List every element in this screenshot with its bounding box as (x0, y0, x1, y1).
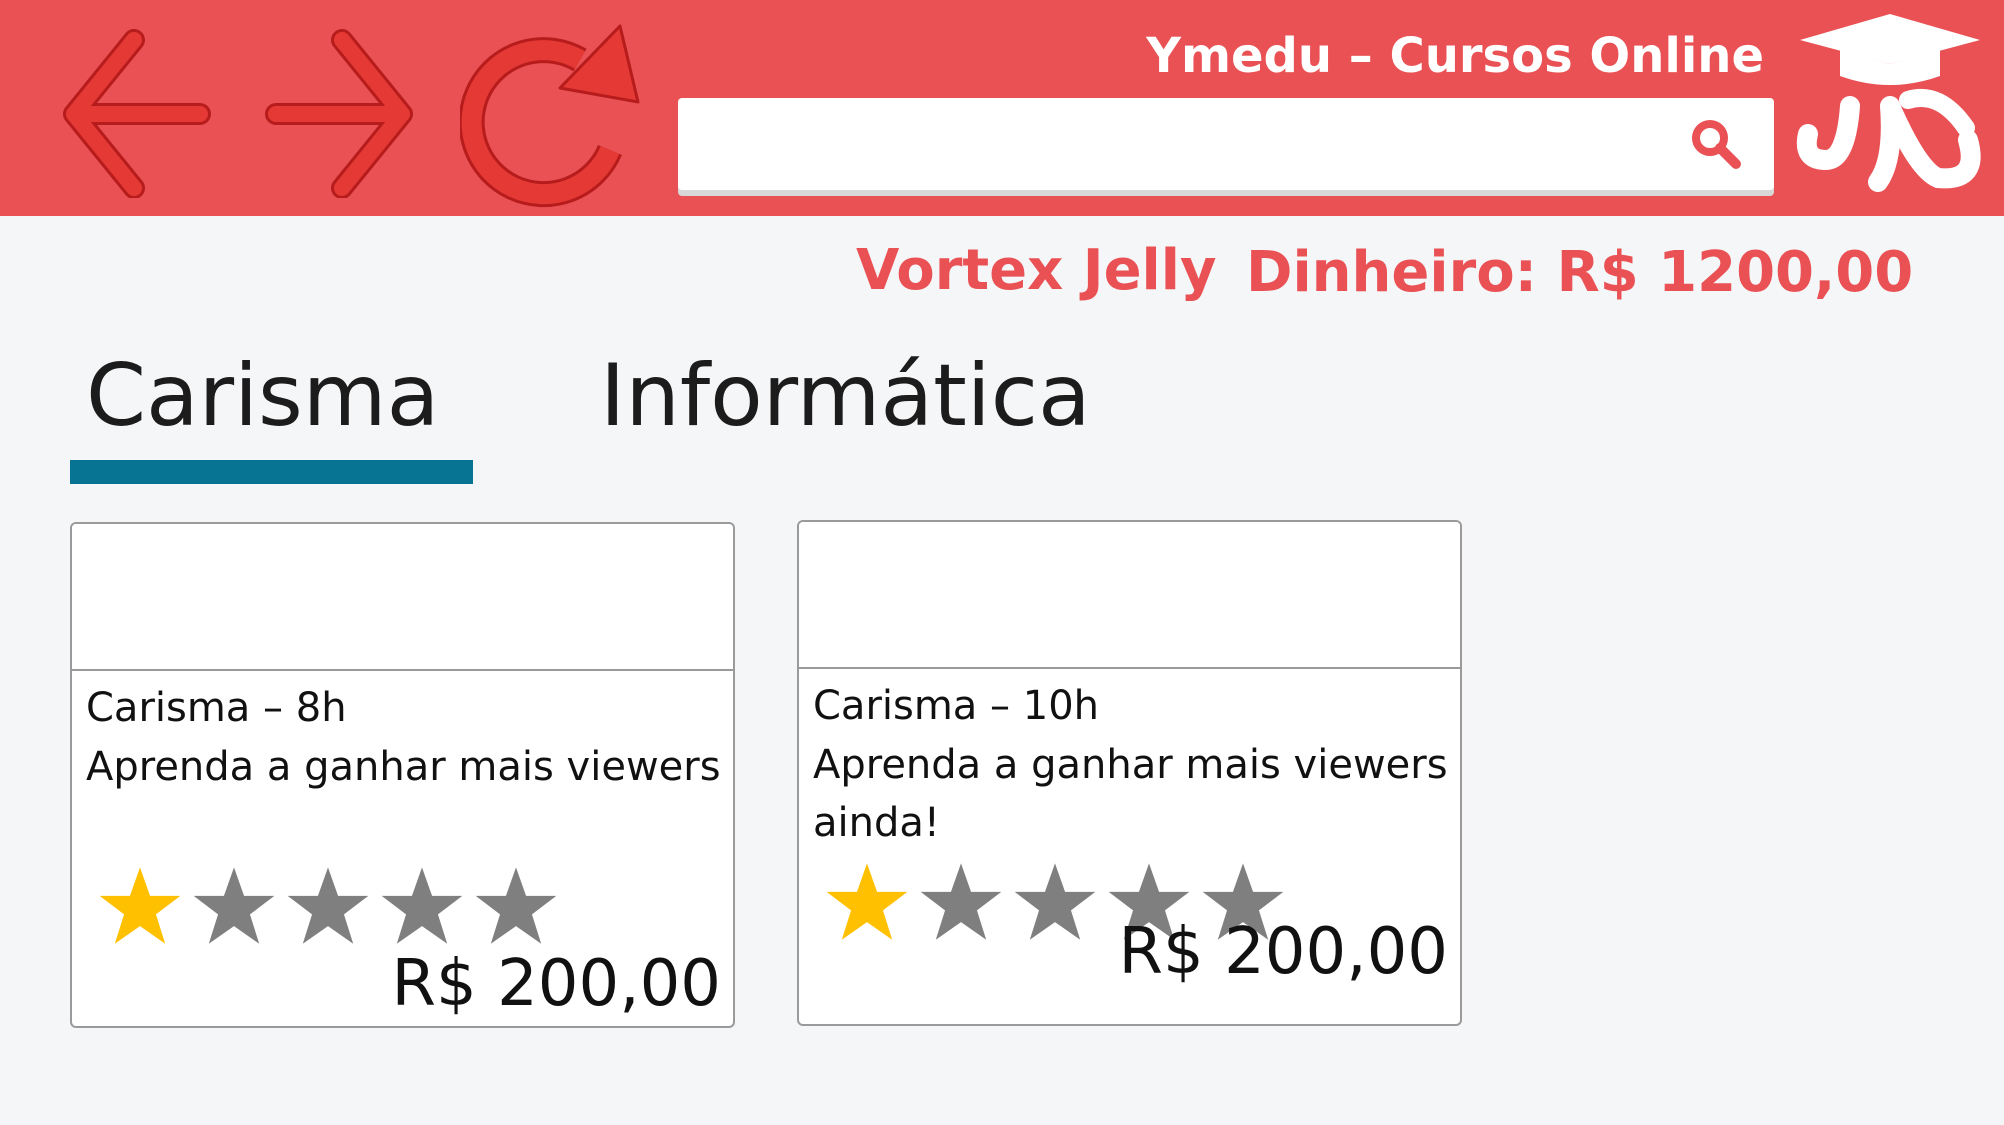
course-price: R$ 200,00 (1118, 915, 1448, 989)
star-empty-icon[interactable] (380, 864, 464, 948)
star-filled-icon[interactable] (825, 860, 909, 944)
money-value: R$ 1200,00 (1556, 240, 1914, 305)
course-description: Aprenda a ganhar mais viewers (86, 744, 721, 790)
course-title: Carisma – 8h (86, 685, 347, 731)
star-rating[interactable] (98, 864, 568, 954)
course-description: Aprenda a ganhar mais viewers ainda! (813, 742, 1448, 846)
search-input[interactable] (696, 112, 1680, 178)
reload-icon[interactable] (460, 20, 650, 210)
course-title: Carisma – 10h (813, 683, 1099, 729)
money-label: Dinheiro: (1246, 240, 1538, 305)
money-balance: Dinheiro: R$ 1200,00 (1246, 238, 1913, 308)
search-icon[interactable] (1688, 116, 1744, 172)
star-empty-icon[interactable] (474, 864, 558, 948)
star-empty-icon[interactable] (1013, 860, 1097, 944)
course-price: R$ 200,00 (391, 947, 721, 1021)
star-empty-icon[interactable] (192, 864, 276, 948)
top-bar: Ymedu – Cursos Online (0, 0, 2004, 216)
star-filled-icon[interactable] (98, 864, 182, 948)
course-card[interactable]: Carisma – 8h Aprenda a ganhar mais viewe… (70, 522, 735, 1028)
forward-arrow-icon[interactable] (262, 28, 422, 198)
tab-carisma[interactable]: Carisma (86, 346, 439, 446)
back-arrow-icon[interactable] (60, 28, 220, 198)
course-card[interactable]: Carisma – 10h Aprenda a ganhar mais view… (797, 520, 1462, 1026)
active-tab-indicator (70, 460, 473, 484)
search-bar[interactable] (678, 98, 1774, 190)
graduation-cap-logo (1796, 14, 1981, 192)
tab-informatica[interactable]: Informática (600, 346, 1091, 446)
star-empty-icon[interactable] (919, 860, 1003, 944)
site-title: Ymedu – Cursos Online (1146, 28, 1764, 84)
course-thumbnail (799, 522, 1460, 669)
star-empty-icon[interactable] (286, 864, 370, 948)
user-name: Vortex Jelly (856, 238, 1217, 303)
course-thumbnail (72, 524, 733, 671)
